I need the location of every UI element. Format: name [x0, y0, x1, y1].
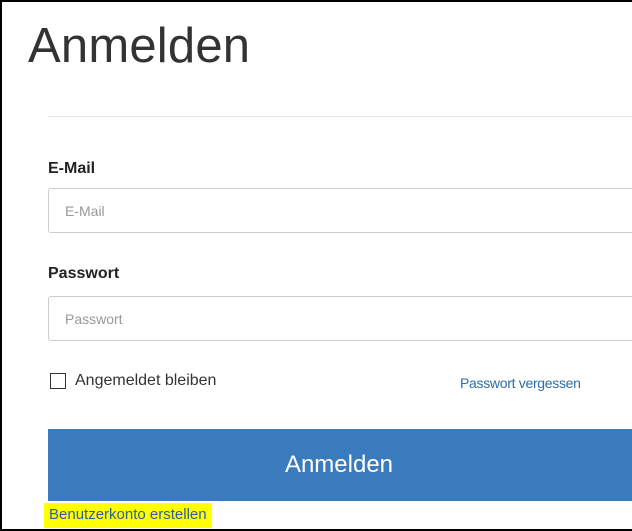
login-button[interactable]: Anmelden — [48, 429, 632, 501]
title-divider — [48, 116, 632, 117]
email-field[interactable] — [48, 188, 632, 233]
forgot-password-link[interactable]: Passwort vergessen — [460, 374, 581, 392]
password-label: Passwort — [48, 265, 120, 282]
email-label: E-Mail — [48, 160, 96, 177]
remember-me-checkbox[interactable] — [50, 373, 66, 389]
create-account-link[interactable]: Benutzerkonto erstellen — [44, 503, 212, 528]
remember-me-label: Angemeldet bleiben — [75, 372, 217, 389]
remember-me-option[interactable]: Angemeldet bleiben — [50, 371, 216, 391]
page-title: Anmelden — [28, 19, 251, 73]
login-panel: Anmelden E-Mail Passwort Angemeldet blei… — [0, 0, 632, 531]
login-button-label: Anmelden — [284, 451, 394, 478]
password-field[interactable] — [48, 296, 632, 341]
